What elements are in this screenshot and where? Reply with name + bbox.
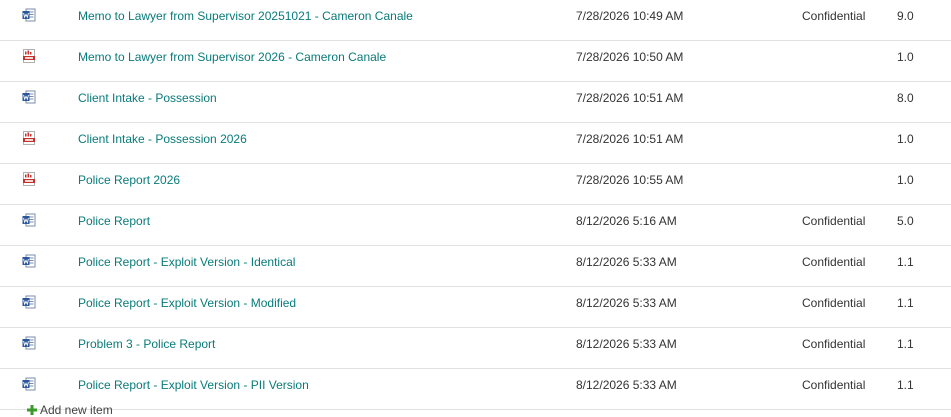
modified-date: 7/28/2026 10:51 AM <box>576 91 684 105</box>
classification-label: Confidential <box>802 9 866 23</box>
file-name-link[interactable]: Police Report <box>78 205 150 237</box>
version-number: 1.1 <box>897 378 914 392</box>
table-row[interactable]: Police Report 2026 7/28/2026 10:55 AM 1.0 <box>0 164 951 205</box>
word-document-icon <box>22 254 36 268</box>
version-number: 5.0 <box>897 214 914 228</box>
classification-label: Confidential <box>802 255 866 269</box>
table-row[interactable]: Client Intake - Possession 7/28/2026 10:5… <box>0 82 951 123</box>
file-name-link[interactable]: Police Report - Exploit Version - Modifi… <box>78 287 296 319</box>
word-document-icon <box>22 8 36 22</box>
word-document-icon <box>22 295 36 309</box>
modified-date: 8/12/2026 5:33 AM <box>576 337 677 351</box>
version-number: 8.0 <box>897 91 914 105</box>
version-number: 1.1 <box>897 255 914 269</box>
add-new-item-link[interactable]: Add new item <box>27 402 113 417</box>
classification-label: Confidential <box>802 296 866 310</box>
file-name-link[interactable]: Memo to Lawyer from Supervisor 20251021 … <box>78 0 413 32</box>
word-document-icon <box>22 336 36 350</box>
file-name-link[interactable]: Police Report - Exploit Version - Identi… <box>78 246 295 278</box>
document-library-list: Memo to Lawyer from Supervisor 20251021 … <box>0 0 951 415</box>
table-row[interactable]: Police Report 8/12/2026 5:16 AM Confidenti… <box>0 205 951 246</box>
table-row[interactable]: Problem 3 - Police Report 8/12/2026 5:33 … <box>0 328 951 369</box>
word-document-icon <box>22 213 36 227</box>
version-number: 1.0 <box>897 132 914 146</box>
table-row[interactable]: Police Report - Exploit Version - Identi… <box>0 246 951 287</box>
version-number: 1.0 <box>897 173 914 187</box>
word-document-icon <box>22 90 36 104</box>
file-name-link[interactable]: Problem 3 - Police Report <box>78 328 215 360</box>
table-row[interactable]: Memo to Lawyer from Supervisor 20251021 … <box>0 0 951 41</box>
modified-date: 7/28/2026 10:51 AM <box>576 132 684 146</box>
file-name-link[interactable]: Client Intake - Possession 2026 <box>78 123 247 155</box>
pdf-document-icon <box>22 172 36 186</box>
modified-date: 8/12/2026 5:16 AM <box>576 214 677 228</box>
table-row[interactable]: Client Intake - Possession 2026 7/28/2026… <box>0 123 951 164</box>
classification-label: Confidential <box>802 214 866 228</box>
modified-date: 7/28/2026 10:49 AM <box>576 9 684 23</box>
modified-date: 8/12/2026 5:33 AM <box>576 255 677 269</box>
word-document-icon <box>22 377 36 391</box>
table-row[interactable]: Police Report - Exploit Version - PII Ve… <box>0 369 951 410</box>
plus-icon <box>27 404 37 415</box>
version-number: 9.0 <box>897 9 914 23</box>
table-row[interactable]: Memo to Lawyer from Supervisor 2026 - Ca… <box>0 41 951 82</box>
version-number: 1.1 <box>897 296 914 310</box>
file-name-link[interactable]: Police Report 2026 <box>78 164 180 196</box>
classification-label: Confidential <box>802 378 866 392</box>
modified-date: 7/28/2026 10:55 AM <box>576 173 684 187</box>
pdf-document-icon <box>22 49 36 63</box>
modified-date: 8/12/2026 5:33 AM <box>576 378 677 392</box>
pdf-document-icon <box>22 131 36 145</box>
version-number: 1.0 <box>897 50 914 64</box>
file-name-link[interactable]: Memo to Lawyer from Supervisor 2026 - Ca… <box>78 41 386 73</box>
classification-label: Confidential <box>802 337 866 351</box>
file-name-link[interactable]: Police Report - Exploit Version - PII Ve… <box>78 369 309 401</box>
file-name-link[interactable]: Client Intake - Possession <box>78 82 217 114</box>
table-row[interactable]: Police Report - Exploit Version - Modifi… <box>0 287 951 328</box>
modified-date: 8/12/2026 5:33 AM <box>576 296 677 310</box>
version-number: 1.1 <box>897 337 914 351</box>
modified-date: 7/28/2026 10:50 AM <box>576 50 684 64</box>
